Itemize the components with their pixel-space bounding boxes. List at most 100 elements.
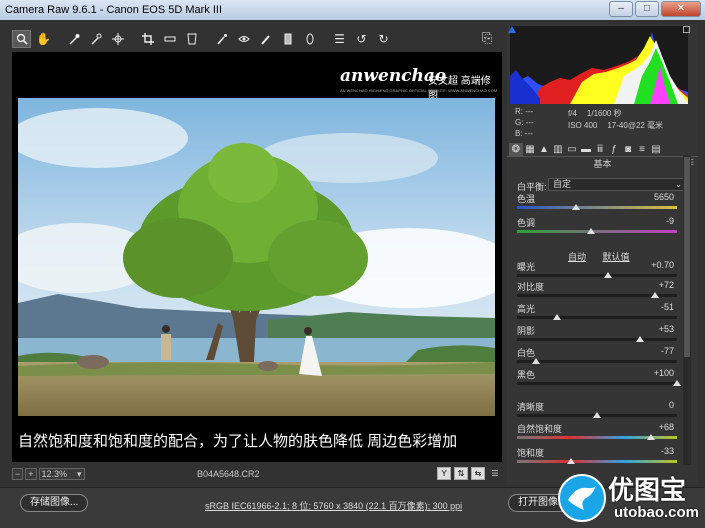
straighten-icon[interactable]: [160, 30, 179, 48]
slider-track[interactable]: [517, 316, 677, 319]
panel-scrollbar[interactable]: [683, 155, 691, 465]
graduated-filter-icon[interactable]: [278, 30, 297, 48]
exif-info: f/4 1/1600 秒 ISO 400 17-40@22 毫米: [568, 108, 673, 132]
highlight-clipping-icon[interactable]: [683, 26, 690, 33]
tone-curve-tab-icon[interactable]: ▦: [523, 143, 537, 156]
workflow-options-link[interactable]: sRGB IEC61966-2.1; 8 位; 5760 x 3840 (22.…: [205, 499, 462, 512]
crop-icon[interactable]: [138, 30, 157, 48]
slider-thumb[interactable]: [647, 434, 656, 440]
view-settings-icon[interactable]: ☰: [488, 467, 502, 480]
slider-thumb[interactable]: [604, 272, 613, 278]
slider-track[interactable]: [517, 338, 677, 341]
slider-value[interactable]: -9: [666, 216, 674, 226]
split-toning-tab-icon[interactable]: ▭: [565, 143, 579, 156]
rotate-cw-icon[interactable]: ↻: [374, 30, 393, 48]
auto-link[interactable]: 自动: [568, 252, 586, 262]
iso: ISO 400: [568, 121, 598, 130]
slider-whites[interactable]: 白色 -77: [517, 346, 682, 368]
histogram: [510, 26, 688, 104]
slider-thumb[interactable]: [586, 228, 595, 234]
hsl-tab-icon[interactable]: ▥: [551, 143, 565, 156]
slider-label: 高光: [517, 304, 536, 314]
hand-icon[interactable]: ✋: [34, 30, 53, 48]
slider-tint[interactable]: 色调 -9: [517, 216, 682, 238]
camera-calibration-tab-icon[interactable]: ◙: [621, 143, 635, 156]
slider-vibrance[interactable]: 自然饱和度 +68: [517, 422, 682, 444]
slider-thumb[interactable]: [650, 292, 659, 298]
lens-tab-icon[interactable]: ▬: [579, 143, 593, 156]
tool-bar: ✋ ☰ ↺ ↻: [12, 28, 502, 50]
slider-track[interactable]: [517, 230, 677, 233]
basic-tab-icon[interactable]: ❂: [509, 142, 523, 156]
targeted-adjustment-icon[interactable]: [108, 30, 127, 48]
zoom-out-button[interactable]: −: [12, 468, 24, 480]
slider-value[interactable]: +53: [659, 324, 674, 334]
rotate-ccw-icon[interactable]: ↺: [352, 30, 371, 48]
slider-track[interactable]: [517, 360, 677, 363]
slider-contrast[interactable]: 对比度 +72: [517, 280, 682, 302]
color-sampler-icon[interactable]: [86, 30, 105, 48]
effects-tab-icon[interactable]: ⅲ: [593, 143, 607, 156]
slider-thumb[interactable]: [532, 358, 541, 364]
red-eye-icon[interactable]: [234, 30, 253, 48]
zoom-level: 12.3%: [41, 469, 68, 479]
fx-tab-icon[interactable]: ƒ: [607, 143, 621, 156]
white-balance-select[interactable]: 自定 ⌄: [548, 178, 686, 191]
zoom-in-button[interactable]: +: [25, 468, 37, 480]
slider-value[interactable]: +100: [654, 368, 674, 378]
camera-raw-window: Camera Raw 9.6.1 - Canon EOS 5D Mark III…: [0, 0, 705, 528]
save-image-button[interactable]: 存储图像...: [20, 494, 89, 512]
slider-value[interactable]: +72: [659, 280, 674, 290]
slider-track[interactable]: [517, 274, 677, 277]
slider-value[interactable]: +68: [659, 422, 674, 432]
slider-highlights[interactable]: 高光 -51: [517, 302, 682, 324]
slider-value[interactable]: -77: [661, 346, 674, 356]
slider-thumb[interactable]: [593, 412, 601, 418]
adjustment-brush-icon[interactable]: [256, 30, 275, 48]
slider-track[interactable]: [517, 206, 677, 209]
maximize-button[interactable]: □: [635, 1, 659, 17]
slider-thumb[interactable]: [636, 336, 645, 342]
slider-thumb[interactable]: [673, 380, 681, 386]
b-value: B: ---: [515, 129, 533, 138]
zoom-level-select[interactable]: 12.3% ▾: [38, 468, 85, 480]
file-name: B04A5648.CR2: [197, 469, 260, 479]
export-icon[interactable]: ⎘: [482, 30, 492, 46]
minimize-button[interactable]: –: [609, 1, 633, 17]
detail-tab-icon[interactable]: ▲: [537, 143, 551, 156]
slider-label: 清晰度: [517, 402, 545, 412]
watermark-cn: 优图宝: [608, 475, 687, 505]
slider-value[interactable]: 5650: [654, 192, 674, 202]
slider-blacks[interactable]: 黑色 +100: [517, 368, 682, 390]
slider-value[interactable]: -33: [661, 446, 674, 456]
white-balance-value: 自定: [553, 179, 572, 189]
title-bar: Camera Raw 9.6.1 - Canon EOS 5D Mark III…: [0, 0, 705, 20]
default-link[interactable]: 默认值: [603, 252, 630, 262]
slider-clarity[interactable]: 清晰度 0: [517, 400, 682, 422]
slider-exposure[interactable]: 曝光 +0.70: [517, 260, 682, 282]
transform-icon[interactable]: [182, 30, 201, 48]
swap-icon[interactable]: ⇅: [454, 467, 468, 480]
copy-settings-icon[interactable]: ⇆: [471, 467, 485, 480]
slider-value[interactable]: -51: [661, 302, 674, 312]
zoom-icon[interactable]: [12, 30, 31, 48]
close-button[interactable]: ✕: [661, 1, 701, 17]
shadow-clipping-icon[interactable]: [508, 26, 516, 33]
spot-removal-icon[interactable]: [212, 30, 231, 48]
slider-thumb[interactable]: [553, 314, 561, 320]
before-after-icon[interactable]: Y: [437, 467, 451, 480]
caption-text: 自然饱和度和饱和度的配合，为了让人物的肤色降低 周边色彩增加: [18, 433, 458, 450]
preferences-icon[interactable]: ☰: [330, 30, 349, 48]
window-title: Camera Raw 9.6.1 - Canon EOS 5D Mark III: [5, 4, 223, 16]
slider-value[interactable]: +0.70: [651, 260, 674, 270]
slider-shadows[interactable]: 阴影 +53: [517, 324, 682, 346]
slider-track[interactable]: [517, 382, 677, 385]
white-balance-icon[interactable]: [64, 30, 83, 48]
radial-filter-icon[interactable]: [300, 30, 319, 48]
snapshots-tab-icon[interactable]: ▤: [649, 143, 663, 156]
presets-tab-icon[interactable]: ≡: [635, 143, 649, 156]
slider-thumb[interactable]: [572, 204, 581, 210]
scrollbar-thumb[interactable]: [684, 157, 690, 357]
slider-temperature[interactable]: 色温 5650: [517, 192, 682, 214]
slider-value[interactable]: 0: [669, 400, 674, 410]
